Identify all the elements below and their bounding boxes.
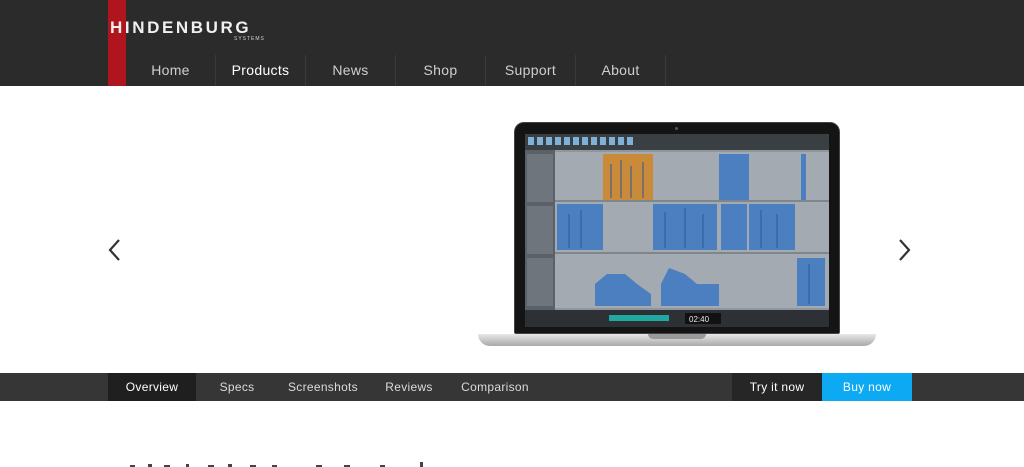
logo[interactable]: HINDENBURG SYSTEMS [110, 18, 264, 42]
camera-dot [675, 127, 678, 130]
try-it-now-button[interactable]: Try it now [732, 373, 822, 401]
app-screenshot: 02:40 [525, 134, 829, 327]
nav-item-home[interactable]: Home [126, 55, 216, 86]
cut-off-text-tops [130, 462, 423, 467]
laptop-notch [648, 334, 706, 339]
logo-text: HINDENBURG [110, 18, 252, 37]
laptop-screen: 02:40 [514, 122, 840, 334]
timecode-display: 02:40 [689, 315, 710, 324]
product-subnav: Overview Specs Screenshots Reviews Compa… [0, 373, 1024, 401]
site-header: HINDENBURG SYSTEMS Home Products News Sh… [0, 0, 1024, 86]
buy-now-button[interactable]: Buy now [822, 373, 912, 401]
content-heading-partial [130, 455, 450, 467]
slider-prev-button[interactable] [105, 238, 125, 262]
daw-editor-image: 02:40 [525, 134, 829, 327]
subnav-reviews[interactable]: Reviews [370, 373, 448, 401]
hero-slider: 02:40 [0, 86, 1024, 373]
logo-subtext: SYSTEMS [234, 36, 265, 42]
subnav-specs[interactable]: Specs [196, 373, 278, 401]
nav-item-products[interactable]: Products [216, 55, 306, 86]
nav-item-support[interactable]: Support [486, 55, 576, 86]
subnav-comparison[interactable]: Comparison [452, 373, 538, 401]
subnav-screenshots[interactable]: Screenshots [278, 373, 368, 401]
laptop-image: 02:40 [478, 122, 876, 354]
nav-item-about[interactable]: About [576, 55, 666, 86]
chevron-left-icon [108, 239, 120, 261]
nav-item-news[interactable]: News [306, 55, 396, 86]
subnav-overview[interactable]: Overview [108, 373, 196, 401]
main-nav: Home Products News Shop Support About [126, 55, 666, 86]
chevron-right-icon [899, 239, 911, 261]
slider-next-button[interactable] [894, 238, 914, 262]
nav-item-shop[interactable]: Shop [396, 55, 486, 86]
brand-red-bar [108, 0, 126, 86]
